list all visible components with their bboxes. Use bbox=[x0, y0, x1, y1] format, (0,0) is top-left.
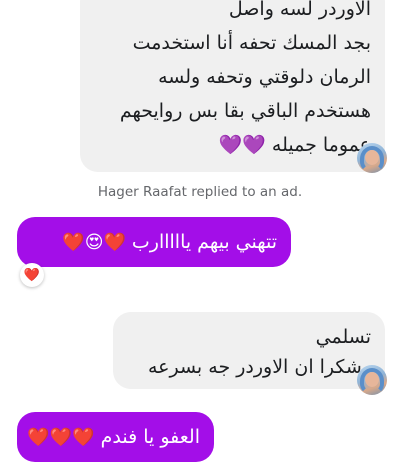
message-line: الاوردر لسه واصل bbox=[228, 0, 371, 20]
incoming-message-bubble[interactable]: الاوردر لسه واصل بجد المسك تحفه أنا استخ… bbox=[80, 0, 385, 172]
message-text: عموما جميله bbox=[271, 134, 371, 156]
message-line: هستخدم الباقي بقا بس روايحهم bbox=[119, 100, 371, 122]
message-line: بجد المسك تحفه أنا استخدمت bbox=[132, 32, 371, 54]
ad-reply-notice: Hager Raafat replied to an ad. bbox=[97, 184, 303, 200]
message-text: تتهني بيهم يااااارب bbox=[131, 231, 277, 253]
heart-face-emoji: ❤️😍❤️ bbox=[62, 231, 126, 253]
message-line: وشكرا ان الاوردر جه بسرعه bbox=[147, 356, 371, 378]
incoming-message-bubble[interactable]: تسلمي وشكرا ان الاوردر جه بسرعه bbox=[113, 312, 385, 389]
sender-avatar[interactable] bbox=[357, 365, 387, 395]
purple-heart-emoji: 💜💜 bbox=[218, 134, 266, 156]
sender-avatar[interactable] bbox=[357, 143, 387, 173]
message-line-with-emoji: عموما جميله 💜💜 bbox=[92, 128, 371, 162]
outgoing-message-bubble[interactable]: العفو يا فندم ❤️❤️❤️ bbox=[17, 412, 214, 462]
message-text: العفو يا فندم bbox=[100, 426, 200, 448]
outgoing-message-bubble[interactable]: تتهني بيهم يااااارب ❤️😍❤️ bbox=[17, 217, 291, 267]
message-line: الرمان دلوقتي وتحفه ولسه bbox=[158, 66, 371, 88]
message-line: تسلمي bbox=[315, 326, 371, 348]
heart-reaction-icon[interactable]: ❤️ bbox=[20, 263, 44, 287]
heart-emoji: ❤️❤️❤️ bbox=[27, 426, 95, 448]
